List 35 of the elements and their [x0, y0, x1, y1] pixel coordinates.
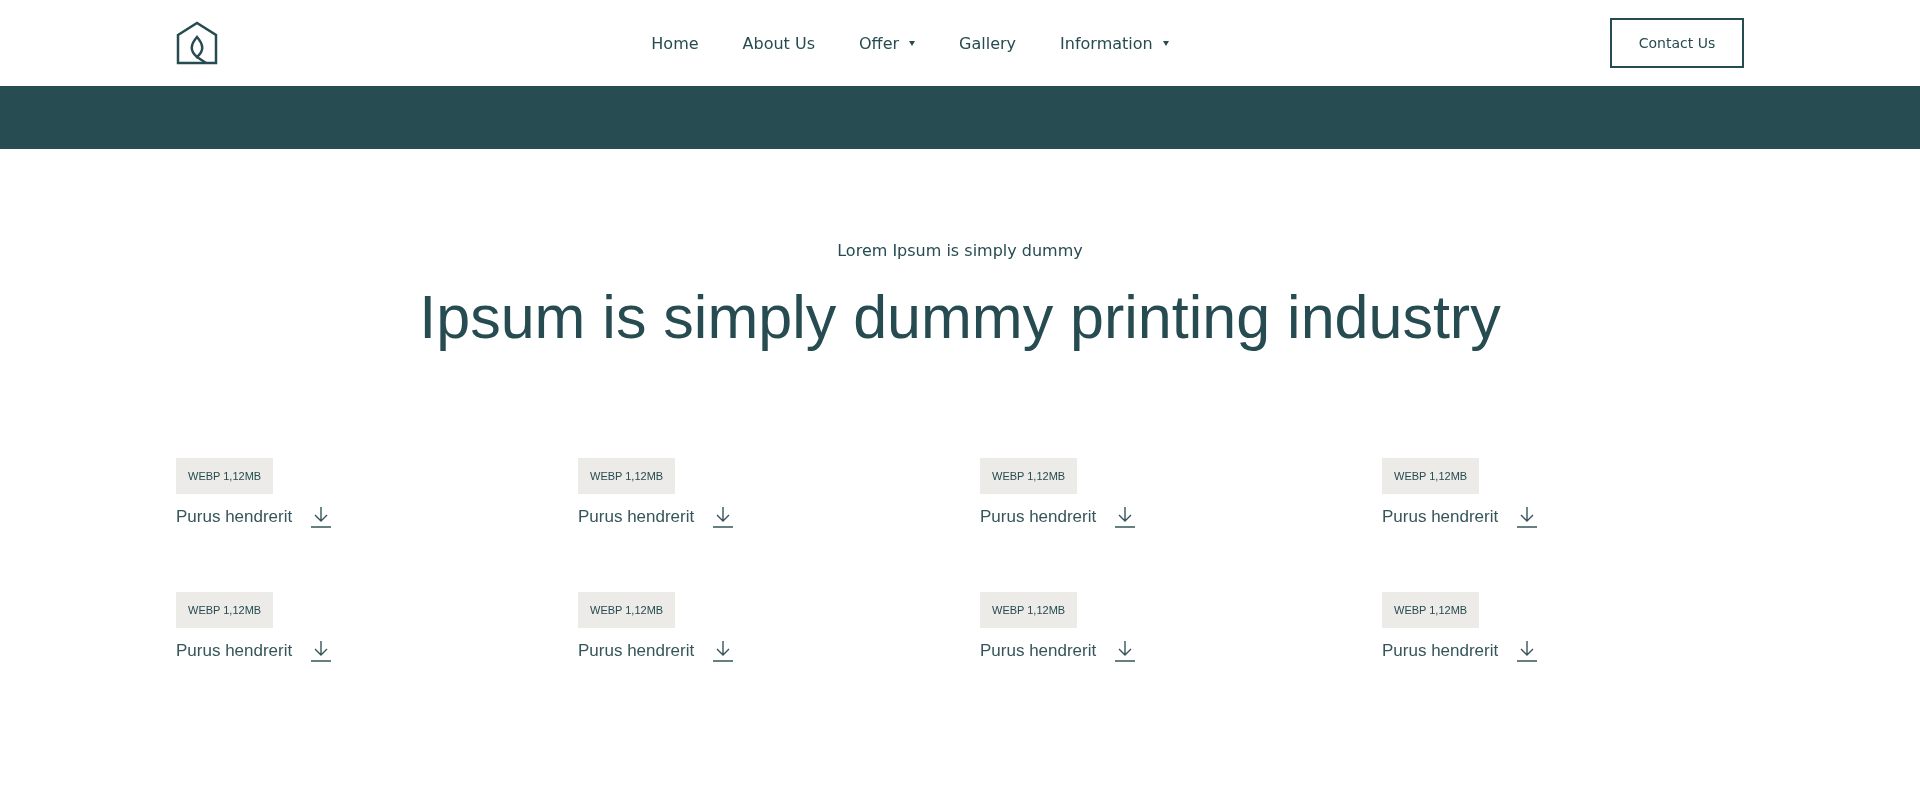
download-icon[interactable]	[1114, 640, 1137, 662]
download-icon[interactable]	[1114, 506, 1137, 528]
section-heading: Ipsum is simply dummy printing industry	[419, 282, 1501, 352]
file-info-tag: WEBP 1,12MB	[578, 592, 676, 628]
file-info-tag: WEBP 1,12MB	[1382, 458, 1480, 494]
house-logo-icon[interactable]	[176, 21, 218, 65]
nav-link[interactable]: About Us	[742, 33, 815, 53]
download-icon[interactable]	[310, 640, 333, 662]
download-icon[interactable]	[1516, 640, 1539, 662]
file-name: Purus hendrerit	[980, 507, 1097, 527]
section-eyebrow: Lorem Ipsum is simply dummy	[837, 241, 1083, 260]
download-icon[interactable]	[712, 506, 735, 528]
file-info-tag: WEBP 1,12MB	[176, 592, 274, 628]
nav-link[interactable]: Gallery	[959, 33, 1017, 53]
download-icon[interactable]	[1516, 506, 1539, 528]
file-name: Purus hendrerit	[1382, 507, 1499, 527]
file-info-tag: WEBP 1,12MB	[176, 458, 274, 494]
caret-icon	[909, 40, 916, 46]
file-info-tag: WEBP 1,12MB	[1382, 592, 1480, 628]
file-name: Purus hendrerit	[176, 641, 293, 661]
file-name: Purus hendrerit	[980, 641, 1097, 661]
file-info-tag: WEBP 1,12MB	[980, 458, 1078, 494]
caret-icon	[1162, 40, 1169, 46]
contact-button[interactable]: Contact Us	[1610, 18, 1744, 68]
file-info-tag: WEBP 1,12MB	[578, 458, 676, 494]
file-name: Purus hendrerit	[578, 641, 695, 661]
file-name: Purus hendrerit	[578, 507, 695, 527]
file-info-tag: WEBP 1,12MB	[980, 592, 1078, 628]
download-icon[interactable]	[712, 640, 735, 662]
nav-link[interactable]: Offer	[859, 33, 916, 53]
download-icon[interactable]	[310, 506, 333, 528]
nav-link[interactable]: Home	[651, 33, 699, 53]
nav-link[interactable]: Information	[1060, 33, 1169, 53]
file-name: Purus hendrerit	[1382, 641, 1499, 661]
file-name: Purus hendrerit	[176, 507, 293, 527]
